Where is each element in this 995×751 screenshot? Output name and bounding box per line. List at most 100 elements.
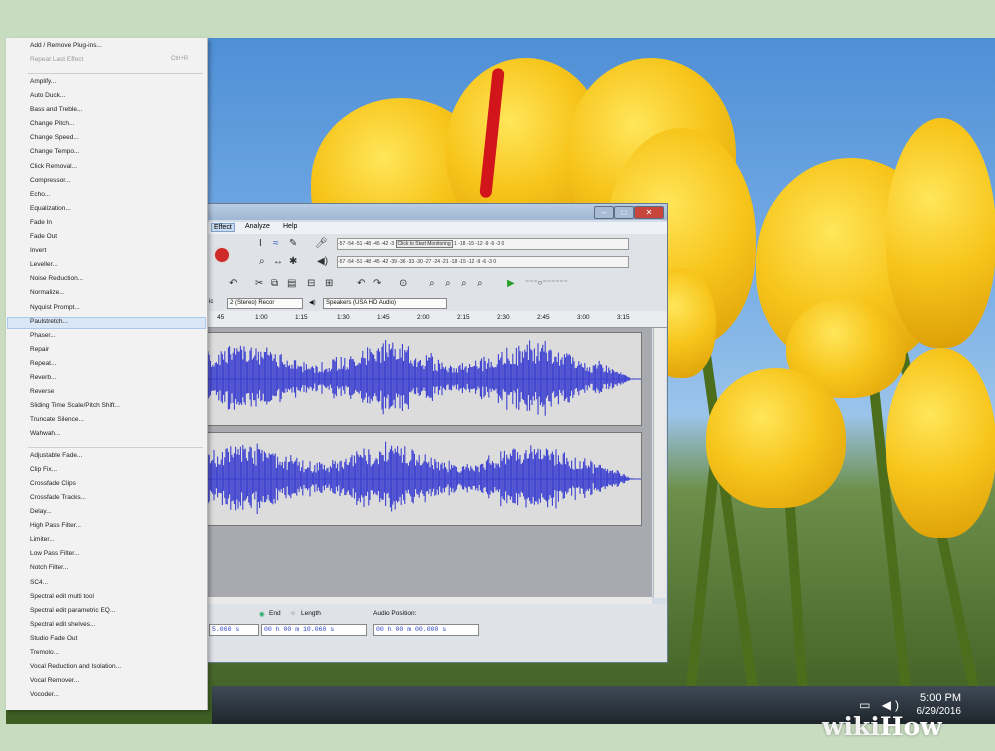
waveform-right bbox=[208, 441, 641, 515]
undo-icon[interactable]: ↶ bbox=[229, 278, 237, 289]
speed-slider[interactable]: ⁻⁻⁻○⁻⁻⁻⁻⁻⁻ bbox=[525, 278, 568, 287]
sync-lock-icon[interactable]: ⊙ bbox=[399, 278, 407, 289]
menu-item-studio-fade-out[interactable]: Studio Fade Out bbox=[30, 635, 77, 642]
track-area[interactable] bbox=[207, 328, 652, 598]
end-label: End bbox=[269, 610, 281, 617]
menu-item-clip-fix[interactable]: Clip Fix... bbox=[30, 466, 57, 473]
menu-item-echo[interactable]: Echo... bbox=[30, 191, 50, 198]
zoom-in-icon[interactable]: ⌕ bbox=[429, 278, 435, 289]
menu-item-sliding-time-scale-pitch-shift[interactable]: Sliding Time Scale/Pitch Shift... bbox=[30, 402, 120, 409]
selection-tool-icon[interactable]: I bbox=[259, 238, 262, 249]
menu-item-wahwah[interactable]: Wahwah... bbox=[30, 430, 60, 437]
speaker-icon-small: ◀) bbox=[309, 300, 316, 306]
menu-item-phaser[interactable]: Phaser... bbox=[30, 332, 56, 339]
menu-item-compressor[interactable]: Compressor... bbox=[30, 177, 70, 184]
vertical-scrollbar[interactable] bbox=[653, 328, 666, 598]
menu-item-vocoder[interactable]: Vocoder... bbox=[30, 691, 59, 698]
fit-selection-icon[interactable]: ⌕ bbox=[461, 278, 467, 289]
zoom-out-icon[interactable]: ⌕ bbox=[445, 278, 451, 289]
playback-meter[interactable]: -57 -54 -51 -48 -45 -42 -39 -36 -33 -30 … bbox=[337, 256, 629, 268]
menu-item-spectral-edit-shelves[interactable]: Spectral edit shelves... bbox=[30, 621, 95, 628]
menu-item-nyquist-prompt[interactable]: Nyquist Prompt... bbox=[30, 304, 80, 311]
output-device-select[interactable]: Speakers (USA HD Audio) bbox=[323, 298, 447, 309]
selection-toolbar: ◉ End ○ Length Audio Position: 5.060 s 0… bbox=[207, 604, 667, 662]
menu-item-spectral-edit-multi-tool[interactable]: Spectral edit multi tool bbox=[30, 593, 94, 600]
timeline-ruler[interactable]: 45 1:00 1:15 1:30 1:45 2:00 2:15 2:30 2:… bbox=[207, 311, 667, 328]
menu-item-limiter[interactable]: Limiter... bbox=[30, 536, 55, 543]
menu-item-change-speed[interactable]: Change Speed... bbox=[30, 134, 79, 141]
menu-item-fade-out[interactable]: Fade Out bbox=[30, 233, 57, 240]
audacity-window: – □ ✕ Effect Analyze Help I ≈ ✎ ⌕ ↔ ✱ 🎤︎… bbox=[206, 203, 668, 663]
menu-item-fade-in[interactable]: Fade In bbox=[30, 219, 52, 226]
menu-item-sc4[interactable]: SC4... bbox=[30, 579, 48, 586]
menu-item-invert[interactable]: Invert bbox=[30, 247, 46, 254]
title-bar[interactable]: – □ ✕ bbox=[207, 204, 667, 220]
menu-item-amplify[interactable]: Amplify... bbox=[30, 78, 56, 85]
menu-item-change-pitch[interactable]: Change Pitch... bbox=[30, 120, 74, 127]
multi-tool-icon[interactable]: ✱ bbox=[289, 256, 297, 267]
record-button[interactable] bbox=[213, 246, 231, 264]
fit-project-icon[interactable]: ⌕ bbox=[477, 278, 483, 289]
menu-item-adjustable-fade[interactable]: Adjustable Fade... bbox=[30, 452, 82, 459]
audio-track-left[interactable] bbox=[207, 332, 642, 426]
menu-item-vocal-remover[interactable]: Vocal Remover... bbox=[30, 677, 79, 684]
selection-start-field[interactable]: 5.060 s bbox=[209, 624, 259, 636]
menu-item-low-pass-filter[interactable]: Low Pass Filter... bbox=[30, 550, 80, 557]
redo-edit-icon[interactable]: ↷ bbox=[373, 278, 381, 289]
menu-item-repeat-last-effect[interactable]: Repeat Last Effect bbox=[30, 56, 83, 63]
menu-item-delay[interactable]: Delay... bbox=[30, 508, 52, 515]
menu-item-repeat[interactable]: Repeat... bbox=[30, 360, 56, 367]
menu-effect[interactable]: Effect bbox=[211, 223, 235, 232]
menu-item-auto-duck[interactable]: Auto Duck... bbox=[30, 92, 65, 99]
silence-icon[interactable]: ⊞ bbox=[325, 278, 333, 289]
audio-track-right[interactable] bbox=[207, 432, 642, 526]
tray-icons[interactable]: ▭ ◀) bbox=[859, 698, 903, 712]
device-toolbar: ic 2 (Stereo) Recor ◀) Speakers (USA HD … bbox=[207, 296, 667, 310]
audio-position-field[interactable]: 00 h 00 m 00.000 s bbox=[373, 624, 479, 636]
menu-item-notch-filter[interactable]: Notch Filter... bbox=[30, 564, 68, 571]
play-at-speed-icon[interactable]: ▶ bbox=[507, 278, 515, 289]
record-meter[interactable]: -57 -54 -51 -48 -45 -42 -3 Click to Star… bbox=[337, 238, 629, 250]
menu-item-tremolo[interactable]: Tremolo... bbox=[30, 649, 59, 656]
menu-item-repair[interactable]: Repair bbox=[30, 346, 49, 353]
menu-item-normalize[interactable]: Normalize... bbox=[30, 289, 65, 296]
menu-item-vocal-reduction-and-isolation[interactable]: Vocal Reduction and Isolation... bbox=[30, 663, 121, 670]
menu-item-reverb[interactable]: Reverb... bbox=[30, 374, 56, 381]
draw-tool-icon[interactable]: ✎ bbox=[289, 238, 297, 249]
menu-help[interactable]: Help bbox=[283, 223, 297, 230]
selection-end-field[interactable]: 00 h 00 m 10.060 s bbox=[261, 624, 367, 636]
menu-item-high-pass-filter[interactable]: High Pass Filter... bbox=[30, 522, 81, 529]
menu-item-leveller[interactable]: Leveller... bbox=[30, 261, 58, 268]
envelope-tool-icon[interactable]: ≈ bbox=[273, 238, 279, 249]
menu-item-paulstretch[interactable]: Paulstretch... bbox=[30, 318, 68, 325]
undo-edit-icon[interactable]: ↶ bbox=[357, 278, 365, 289]
maximize-button[interactable]: □ bbox=[614, 206, 634, 219]
close-button[interactable]: ✕ bbox=[634, 206, 664, 219]
minimize-button[interactable]: – bbox=[594, 206, 614, 219]
end-radio[interactable]: ◉ bbox=[259, 610, 265, 618]
length-radio[interactable]: ○ bbox=[291, 610, 295, 617]
zoom-tool-icon[interactable]: ⌕ bbox=[259, 256, 265, 267]
menu-item-truncate-silence[interactable]: Truncate Silence... bbox=[30, 416, 84, 423]
menu-item-spectral-edit-parametric-eq[interactable]: Spectral edit parametric EQ... bbox=[30, 607, 115, 614]
menu-item-reverse[interactable]: Reverse bbox=[30, 388, 54, 395]
menu-item-change-tempo[interactable]: Change Tempo... bbox=[30, 148, 79, 155]
horizontal-scrollbar[interactable] bbox=[207, 597, 652, 604]
menu-analyze[interactable]: Analyze bbox=[245, 223, 270, 230]
menu-item-add-remove-plug-ins[interactable]: Add / Remove Plug-ins... bbox=[30, 42, 102, 49]
start-monitoring-button[interactable]: Click to Start Monitoring bbox=[395, 240, 453, 248]
menu-item-crossfade-clips[interactable]: Crossfade Clips bbox=[30, 480, 76, 487]
trim-icon[interactable]: ⊟ bbox=[307, 278, 315, 289]
timeshift-tool-icon[interactable]: ↔ bbox=[273, 256, 283, 267]
clock-time[interactable]: 5:00 PM bbox=[920, 692, 961, 704]
menu-item-crossfade-tracks[interactable]: Crossfade Tracks... bbox=[30, 494, 86, 501]
cut-icon[interactable]: ✂ bbox=[255, 278, 263, 289]
input-channels-select[interactable]: 2 (Stereo) Recor bbox=[227, 298, 303, 309]
menu-item-bass-and-treble[interactable]: Bass and Treble... bbox=[30, 106, 82, 113]
waveform-left bbox=[208, 340, 641, 416]
menu-item-click-removal[interactable]: Click Removal... bbox=[30, 163, 77, 170]
menu-item-equalization[interactable]: Equalization... bbox=[30, 205, 71, 212]
paste-icon[interactable]: ▤ bbox=[287, 278, 296, 289]
copy-icon[interactable]: ⧉ bbox=[271, 278, 278, 289]
menu-item-noise-reduction[interactable]: Noise Reduction... bbox=[30, 275, 83, 282]
